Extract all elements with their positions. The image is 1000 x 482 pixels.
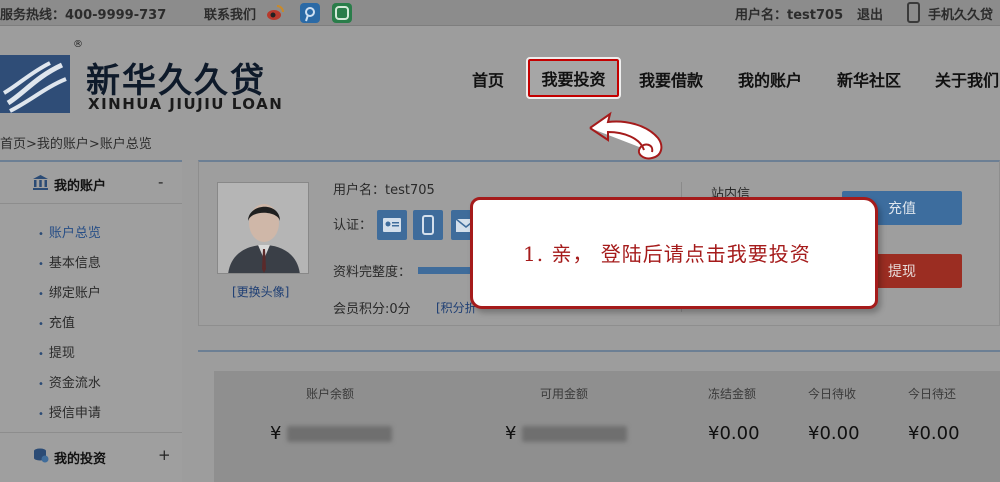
expand-toggle[interactable]: + — [158, 446, 171, 464]
nav-home[interactable]: 首页 — [472, 67, 504, 91]
nav-my-account[interactable]: 我的账户 — [738, 67, 802, 91]
stat-value-today-repay: ¥0.00 — [908, 423, 960, 444]
sidebar-item-credit-apply[interactable]: 授信申请 — [38, 402, 101, 421]
logo-english: XINHUA JIUJIU LOAN — [88, 95, 284, 113]
username-display: 用户名：test705 — [735, 8, 844, 23]
sidebar-item-fund-flow[interactable]: 资金流水 — [38, 372, 101, 391]
sidebar-section-title: 我的账户 — [54, 179, 107, 194]
sidebar: 我的账户 - 账户总览 基本信息 绑定账户 充值 提现 资金流水 授信申请 我的… — [0, 160, 182, 482]
withdraw-label: 提现 — [888, 264, 916, 280]
stat-label-frozen: 冻结金额 — [708, 387, 757, 401]
stat-value-available: ¥ — [505, 423, 628, 444]
tencent-weibo-icon[interactable] — [300, 3, 320, 23]
redacted-value — [522, 426, 628, 442]
currency-symbol: ¥ — [908, 423, 920, 444]
tutorial-callout: 1. 亲， 登陆后请点击我要投资 — [470, 197, 878, 309]
stat-label-today-receive: 今日待收 — [808, 387, 857, 401]
account-stats: 账户余额 可用金额 冻结金额 今日待收 今日待还 ¥ ¥ ¥0.00 ¥0.00… — [214, 371, 1000, 482]
collapse-toggle[interactable]: - — [158, 173, 163, 191]
redacted-value — [287, 426, 393, 442]
sidebar-section2-title: 我的投资 — [54, 452, 107, 467]
logout-link[interactable]: 退出 — [857, 4, 883, 23]
nav-borrow[interactable]: 我要借款 — [639, 67, 703, 91]
stat-label-available: 可用金额 — [540, 387, 589, 401]
coins-icon — [34, 448, 49, 463]
default-avatar-icon — [218, 183, 308, 273]
sidebar-item-overview[interactable]: 账户总览 — [38, 222, 101, 241]
stat-value-today-receive: ¥0.00 — [808, 423, 860, 444]
member-points: 会员积分:0分 — [333, 302, 411, 317]
sidebar-section-account[interactable]: 我的账户 - — [0, 162, 182, 204]
sidebar-item-recharge[interactable]: 充值 — [38, 312, 75, 331]
nav-community[interactable]: 新华社区 — [837, 67, 901, 91]
weibo-icon[interactable] — [265, 3, 285, 23]
id-card-icon[interactable] — [377, 210, 407, 240]
mobile-verify-icon[interactable] — [413, 210, 443, 240]
receive-amount: 0.00 — [819, 423, 860, 444]
recharge-label: 充值 — [888, 201, 916, 217]
change-avatar-link[interactable]: [更换头像] — [232, 283, 289, 300]
top-bar: 服务热线：400-9999-737 联系我们 用户名：test705 退出 手机… — [0, 0, 1000, 26]
service-hotline: 服务热线：400-9999-737 — [0, 8, 167, 23]
logo-swoosh-icon[interactable] — [0, 47, 70, 117]
sidebar-item-basic-info[interactable]: 基本信息 — [38, 252, 101, 271]
currency-symbol: ¥ — [808, 423, 820, 444]
nav-about[interactable]: 关于我们 — [935, 67, 999, 91]
sidebar-item-bind-account[interactable]: 绑定账户 — [38, 282, 101, 301]
sidebar-section-investment[interactable]: 我的投资 + — [0, 432, 182, 478]
callout-text: 1. 亲， 登陆后请点击我要投资 — [523, 242, 811, 266]
auth-label: 认证： — [333, 218, 373, 233]
currency-symbol: ¥ — [505, 423, 517, 444]
currency-symbol: ¥ — [708, 423, 720, 444]
wechat-icon[interactable] — [332, 3, 352, 23]
sidebar-item-withdraw[interactable]: 提现 — [38, 342, 75, 361]
stat-label-balance: 账户余额 — [306, 387, 355, 401]
phone-icon — [907, 2, 920, 23]
nav-invest-label: 我要投资 — [541, 70, 606, 89]
completeness-progress-bar — [418, 267, 477, 274]
stat-value-balance: ¥ — [270, 423, 393, 444]
registered-mark: ® — [73, 39, 83, 50]
stat-value-frozen: ¥0.00 — [708, 423, 760, 444]
completeness-label: 资料完整度： — [333, 265, 412, 280]
profile-username: 用户名：test705 — [333, 183, 435, 198]
repay-amount: 0.00 — [919, 423, 960, 444]
avatar — [217, 182, 309, 274]
stat-label-today-repay: 今日待还 — [908, 387, 957, 401]
bank-icon — [33, 175, 48, 190]
frozen-amount: 0.00 — [719, 423, 760, 444]
mobile-app-link[interactable]: 手机久久贷 — [928, 4, 993, 23]
hand-drawn-arrow-icon — [589, 111, 663, 160]
breadcrumb: 首页>我的账户>账户总览 — [0, 137, 152, 152]
nav-invest[interactable]: 我要投资 — [526, 57, 621, 99]
site-header: ® 新华久久贷 XINHUA JIUJIU LOAN 首页 我要投资 我要借款 … — [0, 27, 1000, 127]
section-divider — [198, 350, 1000, 352]
currency-symbol: ¥ — [270, 423, 282, 444]
contact-us-link[interactable]: 联系我们 — [204, 4, 256, 23]
